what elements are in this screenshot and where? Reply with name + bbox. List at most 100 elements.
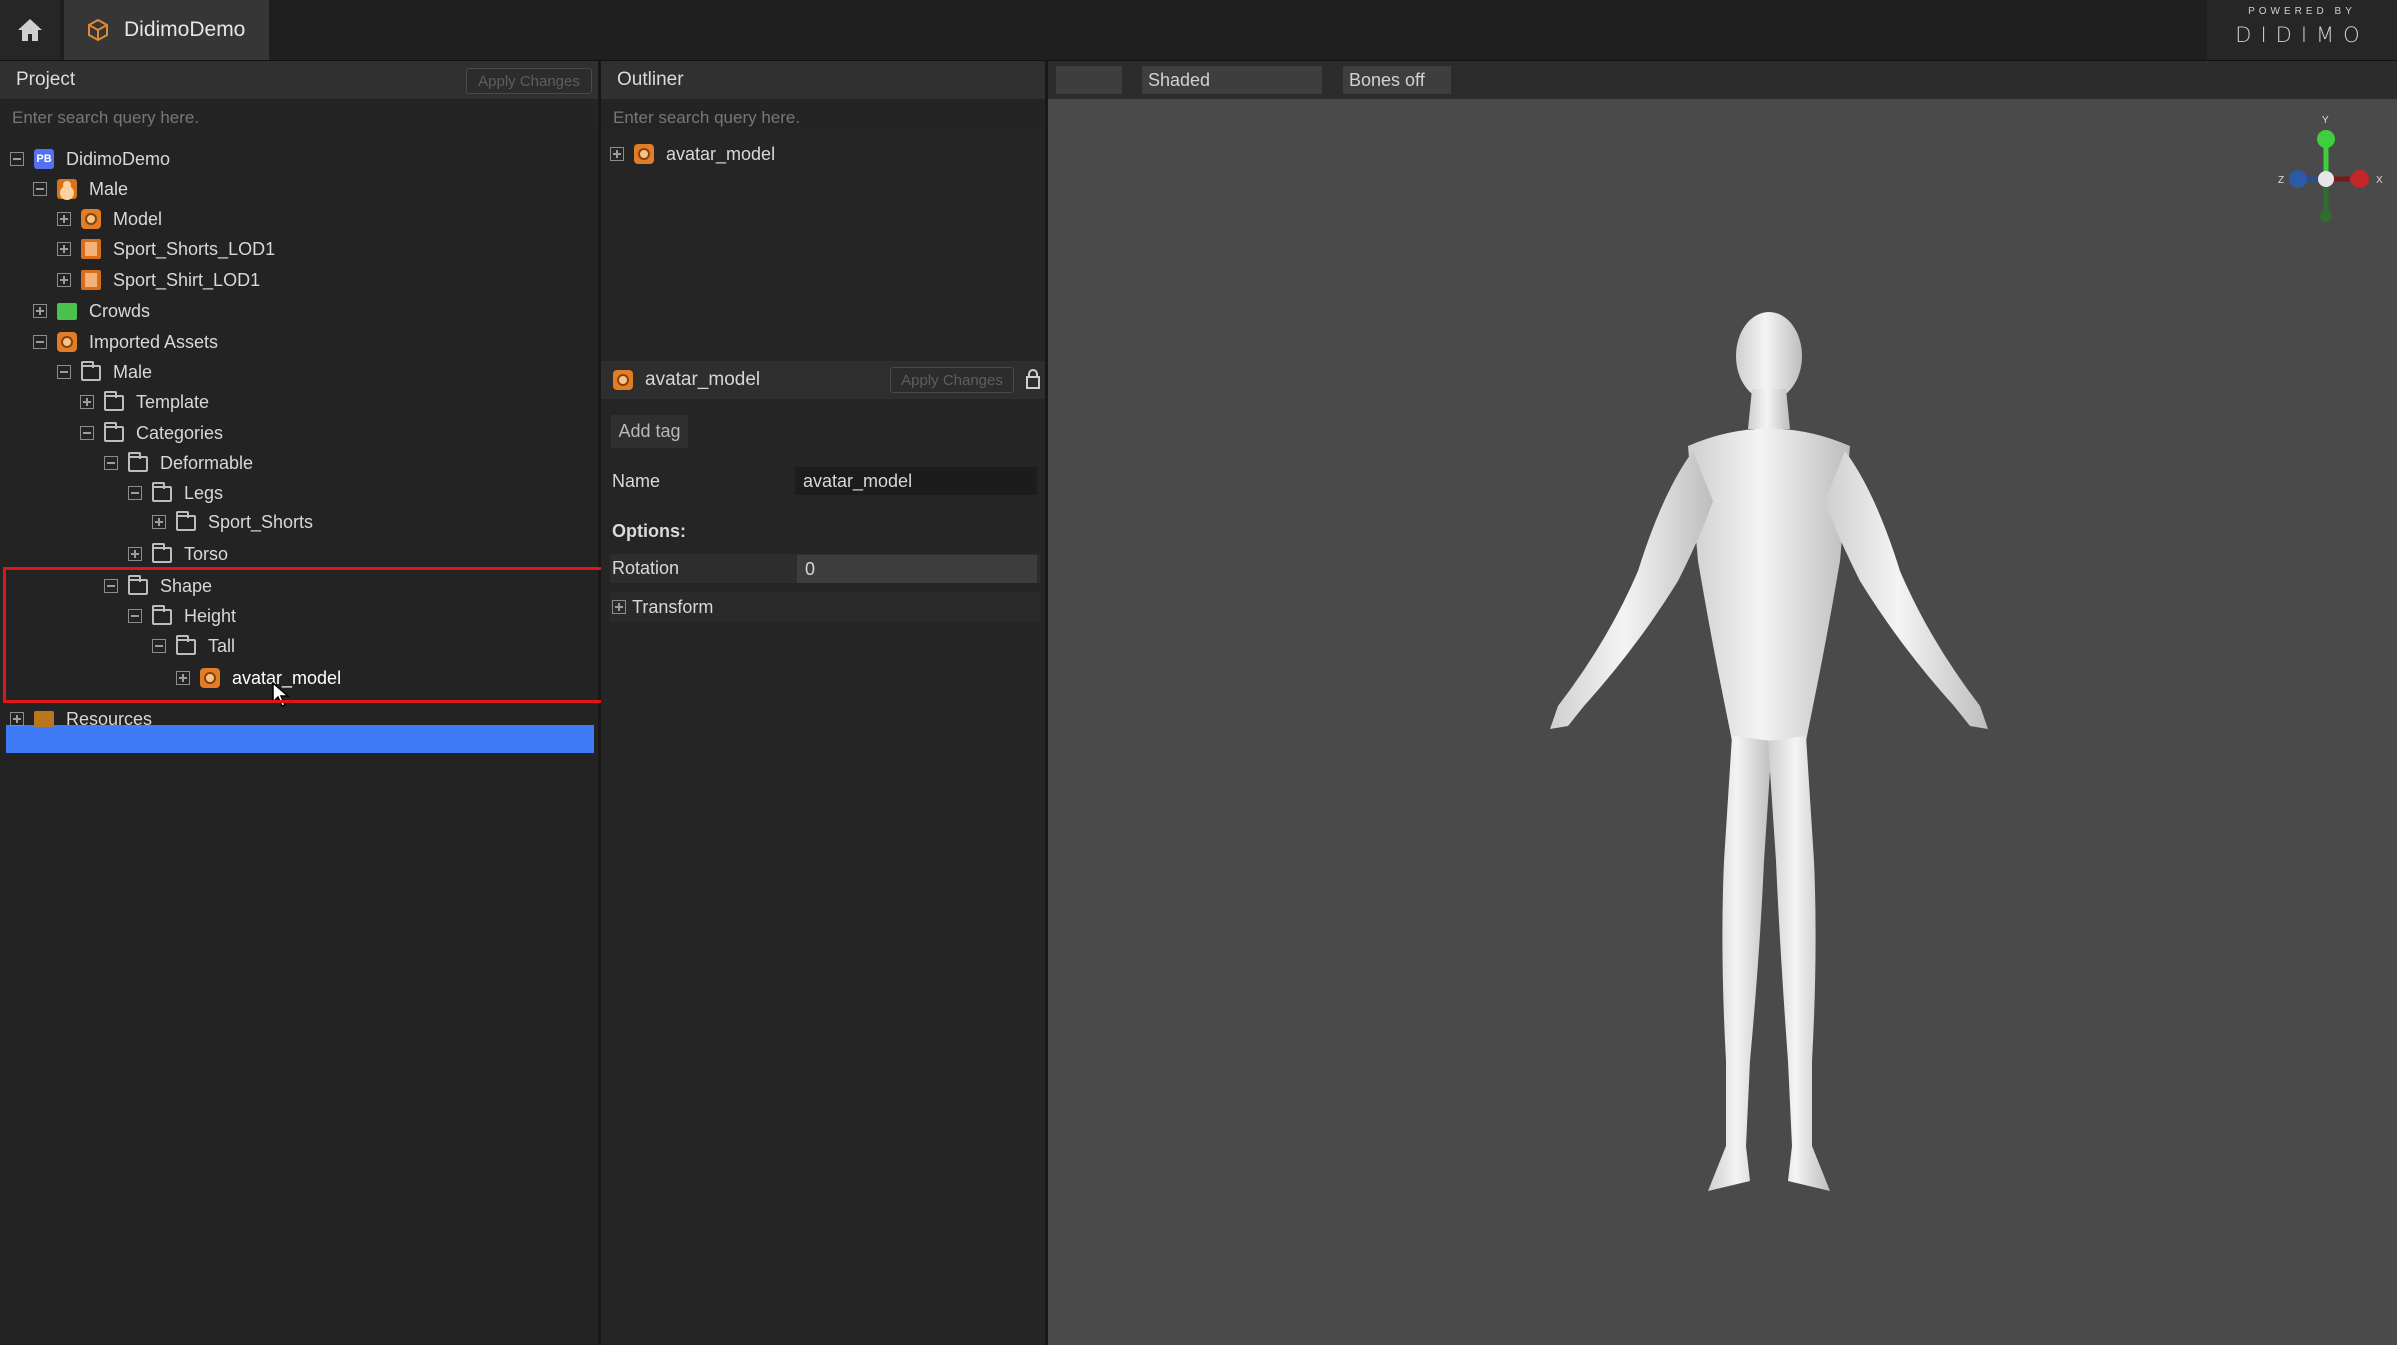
inspector-title: avatar_model bbox=[645, 369, 761, 390]
collapse-toggle-icon[interactable] bbox=[33, 335, 47, 349]
expand-toggle-icon[interactable] bbox=[152, 515, 166, 529]
name-field[interactable]: avatar_model bbox=[795, 467, 1037, 495]
tree-item-legs[interactable]: Legs bbox=[128, 479, 223, 507]
rotation-label: Rotation bbox=[612, 558, 680, 578]
expand-toggle-icon[interactable] bbox=[612, 600, 626, 614]
rotation-field[interactable]: 0 bbox=[797, 555, 1037, 583]
expand-toggle-icon[interactable] bbox=[10, 712, 24, 726]
tree-label: Sport_Shirt_LOD1 bbox=[113, 269, 261, 290]
project-badge-icon: PB bbox=[34, 149, 54, 169]
collapse-toggle-icon[interactable] bbox=[10, 152, 24, 166]
tree-item-sport-shirt-lod1[interactable]: Sport_Shirt_LOD1 bbox=[57, 266, 260, 294]
3d-viewport[interactable]: Shaded Bones off Y X Z bbox=[1048, 61, 2397, 1345]
tree-item-deformable[interactable]: Deformable bbox=[104, 449, 253, 477]
folder-icon bbox=[152, 543, 172, 563]
tree-label: Crowds bbox=[89, 300, 151, 321]
document-tab-title: DidimoDemo bbox=[124, 18, 246, 41]
folder-icon bbox=[152, 482, 172, 502]
tree-item-imported-male[interactable]: Male bbox=[57, 358, 152, 386]
gizmo-x-label: X bbox=[2376, 175, 2383, 186]
tree-label: Male bbox=[89, 178, 129, 199]
outliner-panel: Outliner avatar_model bbox=[601, 61, 1048, 1345]
expand-toggle-icon[interactable] bbox=[610, 147, 624, 161]
model-icon bbox=[613, 370, 633, 390]
gizmo-y-label: Y bbox=[2322, 115, 2329, 126]
tree-label: DidimoDemo bbox=[66, 148, 171, 169]
tree-item-sport-shorts-lod1[interactable]: Sport_Shorts_LOD1 bbox=[57, 235, 275, 263]
outliner-item-avatar-model[interactable]: avatar_model bbox=[610, 140, 775, 168]
viewport-camera-dropdown[interactable] bbox=[1056, 66, 1122, 94]
tree-label: avatar_model bbox=[666, 143, 776, 164]
tree-item-torso[interactable]: Torso bbox=[128, 540, 228, 568]
project-title: Project bbox=[16, 69, 76, 90]
mesh-icon bbox=[81, 239, 101, 259]
top-bar: DidimoDemo POWERED BY DIDIMO bbox=[0, 0, 2397, 61]
model-icon bbox=[634, 144, 654, 164]
collapse-toggle-icon[interactable] bbox=[128, 486, 142, 500]
tree-label: Model bbox=[113, 208, 163, 229]
collapse-toggle-icon[interactable] bbox=[80, 426, 94, 440]
viewport-toolbar: Shaded Bones off bbox=[1048, 61, 2397, 99]
tree-label: Sport_Shorts bbox=[208, 511, 314, 532]
outliner-search-input[interactable] bbox=[601, 101, 1045, 134]
collapse-toggle-icon[interactable] bbox=[57, 365, 71, 379]
tree-label: Imported Assets bbox=[89, 331, 219, 352]
tree-item-imported-assets[interactable]: Imported Assets bbox=[33, 328, 218, 356]
expand-toggle-icon[interactable] bbox=[57, 242, 71, 256]
expand-toggle-icon[interactable] bbox=[80, 395, 94, 409]
tree-item-crowds[interactable]: Crowds bbox=[33, 297, 150, 325]
tree-item-categories[interactable]: Categories bbox=[80, 419, 223, 447]
folder-icon bbox=[81, 361, 101, 381]
tree-label: Categories bbox=[136, 422, 224, 443]
folder-icon bbox=[104, 391, 124, 411]
home-icon bbox=[18, 19, 42, 41]
mesh-icon bbox=[81, 270, 101, 290]
expand-toggle-icon[interactable] bbox=[33, 304, 47, 318]
tree-item-didimodemo[interactable]: PB DidimoDemo bbox=[10, 145, 170, 173]
brand-logo: POWERED BY DIDIMO bbox=[2207, 0, 2397, 60]
transform-label: Transform bbox=[632, 596, 714, 617]
project-apply-changes-button[interactable]: Apply Changes bbox=[466, 68, 592, 94]
expand-toggle-icon[interactable] bbox=[128, 547, 142, 561]
gizmo-z-label: Z bbox=[2278, 175, 2284, 186]
orientation-gizmo[interactable]: Y X Z bbox=[2266, 111, 2386, 241]
lock-icon[interactable] bbox=[1025, 368, 1041, 390]
options-label: Options: bbox=[612, 521, 686, 541]
tree-label: Male bbox=[113, 361, 153, 382]
transform-section[interactable]: Transform bbox=[612, 593, 713, 621]
collapse-toggle-icon[interactable] bbox=[33, 182, 47, 196]
collapse-toggle-icon[interactable] bbox=[104, 456, 118, 470]
outliner-header: Outliner bbox=[601, 61, 1045, 99]
expand-toggle-icon[interactable] bbox=[57, 212, 71, 226]
annotation-highlight-box bbox=[3, 567, 606, 703]
tree-label: Legs bbox=[184, 482, 224, 503]
tree-item-sport-shorts[interactable]: Sport_Shorts bbox=[152, 508, 313, 536]
home-button[interactable] bbox=[0, 0, 60, 60]
character-icon bbox=[57, 179, 77, 199]
tree-label: Torso bbox=[184, 543, 229, 564]
folder-icon bbox=[104, 422, 124, 442]
tree-item-male[interactable]: Male bbox=[33, 175, 128, 203]
model-icon bbox=[81, 209, 101, 229]
brand-powered-by: POWERED BY bbox=[2248, 6, 2356, 17]
brand-name: DIDIMO bbox=[2235, 23, 2369, 47]
inspector-apply-changes-button[interactable]: Apply Changes bbox=[890, 367, 1014, 393]
tree-label: Sport_Shorts_LOD1 bbox=[113, 238, 276, 259]
avatar-model-render[interactable] bbox=[1488, 301, 2048, 1211]
tree-item-model[interactable]: Model bbox=[57, 205, 162, 233]
outliner-title: Outliner bbox=[617, 69, 684, 90]
project-panel: Project Apply Changes PB DidimoDemo Male… bbox=[0, 61, 601, 1345]
expand-toggle-icon[interactable] bbox=[57, 273, 71, 287]
bones-toggle-button[interactable]: Bones off bbox=[1343, 66, 1451, 94]
tree-label: Resources bbox=[66, 708, 153, 729]
tree-label: Deformable bbox=[160, 452, 254, 473]
tree-item-template[interactable]: Template bbox=[80, 388, 209, 416]
add-tag-button[interactable]: Add tag bbox=[611, 415, 688, 448]
asset-icon bbox=[57, 332, 77, 352]
resources-folder-icon bbox=[34, 711, 54, 727]
shading-mode-dropdown[interactable]: Shaded bbox=[1142, 66, 1322, 94]
document-tab[interactable]: DidimoDemo bbox=[64, 0, 269, 60]
folder-icon bbox=[176, 511, 196, 531]
tree-item-resources[interactable]: Resources bbox=[10, 705, 152, 733]
project-search-input[interactable] bbox=[0, 101, 598, 134]
